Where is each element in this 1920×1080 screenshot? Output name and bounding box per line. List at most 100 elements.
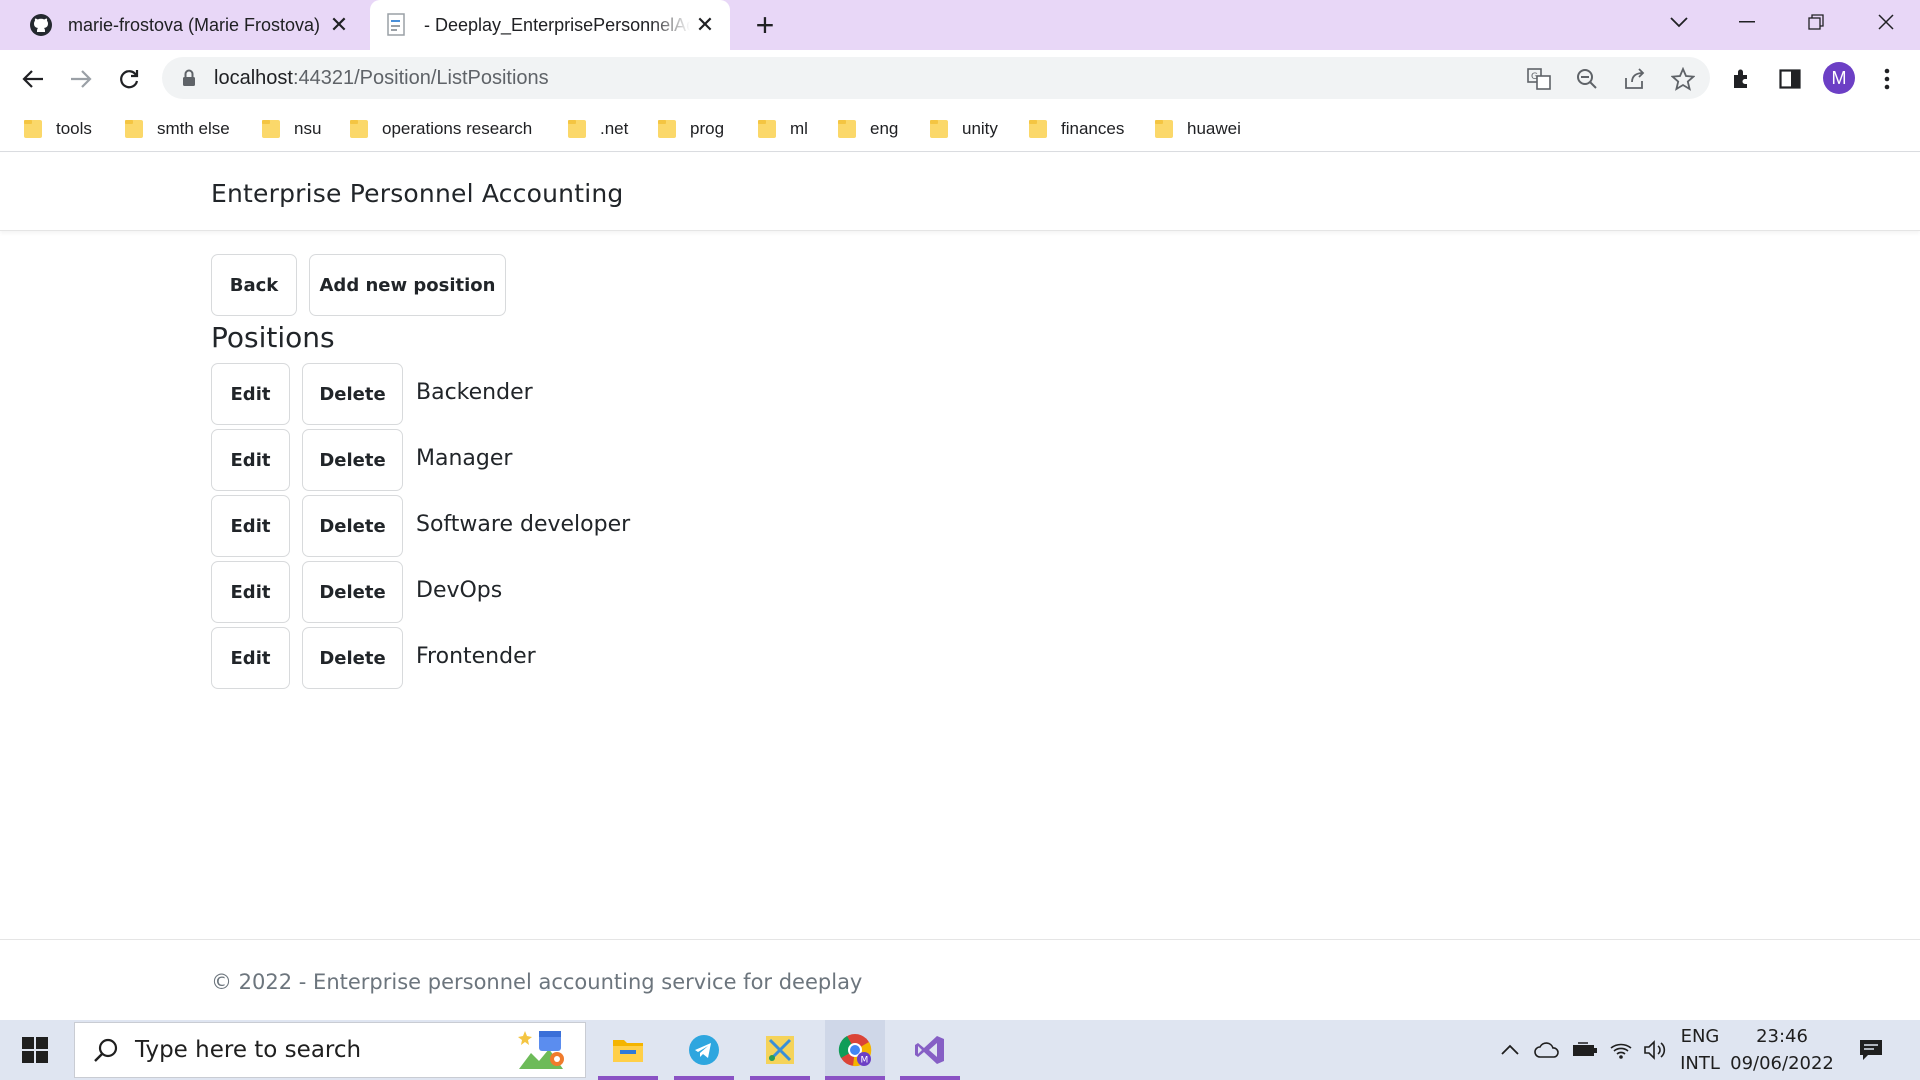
page-footer: © 2022 - Enterprise personnel accounting… [0, 939, 1920, 1019]
edit-button[interactable]: Edit [211, 561, 290, 623]
snipping-tool-icon[interactable] [750, 1020, 810, 1080]
bookmarks-bar: tools smth else nsu operations research … [0, 106, 1920, 152]
lock-icon[interactable] [180, 68, 198, 88]
volume-icon[interactable] [1640, 1020, 1670, 1080]
bookmark-folder[interactable]: nsu [262, 116, 321, 142]
language-indicator[interactable]: ENG [1672, 1026, 1728, 1047]
restore-icon[interactable] [1788, 0, 1844, 44]
running-indicator [900, 1076, 960, 1080]
bookmark-label: ml [790, 119, 808, 138]
delete-button[interactable]: Delete [302, 495, 403, 557]
url-path: :44321/Position/ListPositions [292, 66, 549, 89]
chevron-up-icon[interactable] [1496, 1020, 1524, 1080]
clock-date[interactable]: 09/06/2022 [1730, 1053, 1834, 1074]
minimize-icon[interactable] [1719, 0, 1775, 44]
back-arrow-icon[interactable] [14, 60, 52, 98]
translate-icon[interactable]: G [1526, 66, 1552, 92]
svg-text:G: G [1531, 72, 1538, 82]
position-name: Manager [416, 446, 513, 471]
share-icon[interactable] [1622, 66, 1648, 92]
bookmark-folder[interactable]: unity [930, 116, 998, 142]
reload-icon[interactable] [110, 60, 148, 98]
bookmark-folder[interactable]: .net [568, 116, 628, 142]
search-icon [91, 1035, 121, 1065]
new-tab-icon[interactable]: + [748, 7, 782, 43]
add-new-position-button[interactable]: Add new position [309, 254, 506, 316]
bookmark-star-icon[interactable] [1670, 66, 1696, 92]
delete-button[interactable]: Delete [302, 561, 403, 623]
url-host: localhost [214, 66, 293, 89]
url-text[interactable]: localhost:44321/Position/ListPositions [214, 67, 549, 90]
bookmark-folder[interactable]: finances [1029, 116, 1124, 142]
close-window-icon[interactable] [1858, 0, 1914, 44]
bookmark-label: operations research [382, 119, 533, 138]
delete-button[interactable]: Delete [302, 363, 403, 425]
bookmark-label: finances [1061, 119, 1125, 138]
telegram-icon[interactable] [674, 1020, 734, 1080]
tab-github[interactable]: marie-frostova (Marie Frostova) ✕ [14, 0, 364, 50]
side-panel-icon[interactable] [1773, 62, 1807, 96]
search-placeholder: Type here to search [135, 1037, 362, 1063]
close-tab-icon[interactable]: ✕ [324, 10, 354, 40]
folder-icon [262, 120, 280, 138]
folder-icon [930, 120, 948, 138]
running-indicator [598, 1076, 658, 1080]
chrome-icon[interactable]: M [825, 1020, 885, 1080]
edit-button[interactable]: Edit [211, 429, 290, 491]
bookmark-folder[interactable]: operations research [350, 116, 532, 142]
bookmark-folder[interactable]: ml [758, 116, 808, 142]
bookmark-folder[interactable]: tools [24, 116, 92, 142]
zoom-out-icon[interactable] [1574, 66, 1600, 92]
edit-button[interactable]: Edit [211, 627, 290, 689]
tab-title: - Deeplay_EnterprisePersonnelAccounting [424, 14, 690, 35]
folder-icon [24, 120, 42, 138]
windows-start-icon[interactable] [10, 1030, 60, 1070]
running-indicator [674, 1076, 734, 1080]
profile-avatar[interactable]: M [1823, 62, 1855, 94]
address-bar[interactable]: localhost:44321/Position/ListPositions [162, 57, 1710, 99]
bookmark-label: .net [600, 119, 629, 138]
wifi-icon[interactable] [1606, 1020, 1636, 1080]
folder-icon [1029, 120, 1047, 138]
bookmark-folder[interactable]: huawei [1155, 116, 1241, 142]
search-highlight-icon [517, 1029, 565, 1073]
navbar-brand[interactable]: Enterprise Personnel Accounting [211, 179, 623, 208]
windows-taskbar: Type here to search M ENG INTL 23:46 09/… [0, 1020, 1920, 1080]
position-name: DevOps [416, 578, 503, 603]
taskbar-search-box[interactable]: Type here to search [74, 1022, 586, 1078]
delete-button[interactable]: Delete [302, 627, 403, 689]
back-button[interactable]: Back [211, 254, 297, 316]
bookmark-label: unity [962, 119, 998, 138]
edit-button[interactable]: Edit [211, 363, 290, 425]
bookmark-label: prog [690, 119, 725, 138]
folder-icon [1155, 120, 1173, 138]
bookmark-label: huawei [1187, 119, 1241, 138]
footer-text: © 2022 - Enterprise personnel accounting… [211, 970, 863, 994]
github-icon [28, 12, 54, 38]
onedrive-cloud-icon[interactable] [1532, 1020, 1562, 1080]
edit-button[interactable]: Edit [211, 495, 290, 557]
forward-arrow-icon[interactable] [62, 60, 100, 98]
keyboard-layout-indicator[interactable]: INTL [1672, 1053, 1728, 1074]
tab-active[interactable]: - Deeplay_EnterprisePersonnelAccounting … [370, 0, 730, 50]
tab-strip: marie-frostova (Marie Frostova) ✕ - Deep… [0, 0, 1920, 50]
running-indicator [750, 1076, 810, 1080]
bookmark-folder[interactable]: smth else [125, 116, 230, 142]
bookmark-folder[interactable]: eng [838, 116, 898, 142]
extensions-icon[interactable] [1725, 62, 1759, 96]
folder-icon [758, 120, 776, 138]
battery-icon[interactable] [1570, 1020, 1600, 1080]
folder-icon [568, 120, 586, 138]
delete-button[interactable]: Delete [302, 429, 403, 491]
clock-time[interactable]: 23:46 [1730, 1026, 1834, 1047]
notifications-icon[interactable] [1854, 1020, 1888, 1080]
close-tab-icon[interactable]: ✕ [690, 10, 720, 40]
running-indicator [825, 1076, 885, 1080]
visual-studio-icon[interactable] [900, 1020, 960, 1080]
bookmark-folder[interactable]: prog [658, 116, 724, 142]
position-name: Backender [416, 380, 533, 405]
tab-search-chevron-icon[interactable] [1651, 0, 1707, 44]
menu-kebab-icon[interactable] [1870, 62, 1904, 96]
file-explorer-icon[interactable] [598, 1020, 658, 1080]
position-name: Frontender [416, 644, 536, 669]
